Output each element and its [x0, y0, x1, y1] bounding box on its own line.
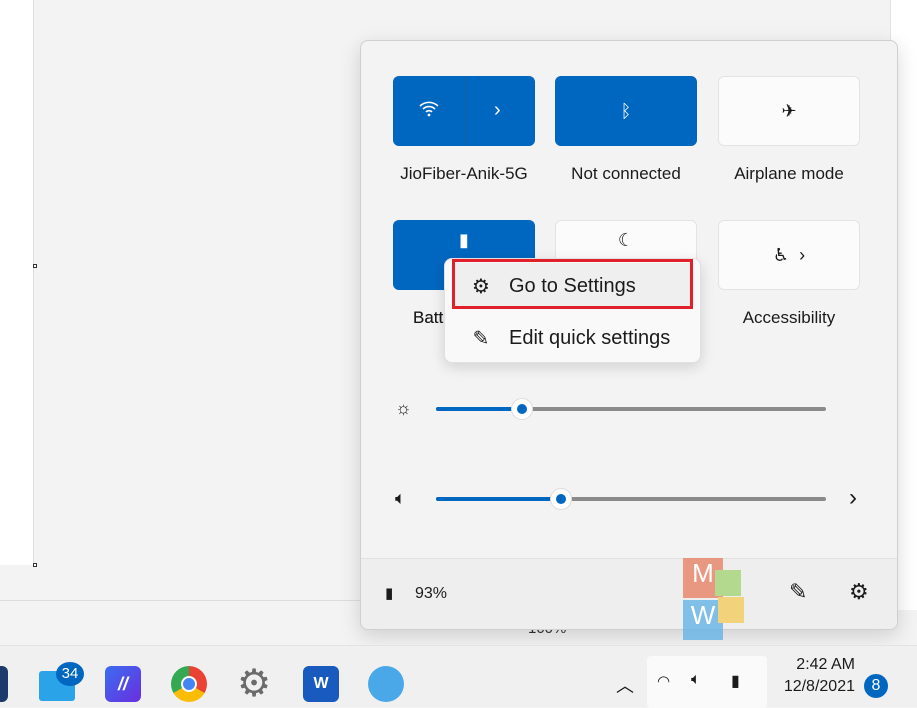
wifi-icon: [418, 99, 440, 122]
chevron-right-icon[interactable]: ›: [494, 99, 501, 122]
volume-slider[interactable]: [436, 488, 826, 510]
accessibility-tile[interactable]: ♿ ›: [718, 220, 860, 290]
brightness-icon: ☼: [395, 398, 412, 418]
speaker-icon: 🔈︎: [691, 671, 701, 688]
resize-handle[interactable]: [33, 264, 37, 268]
speaker-icon: 🔈︎: [395, 488, 406, 508]
taskbar: 34 // ⚙ W ︿ ◠ 🔈︎ ▮ 2:42 AM 12/8/2021 8: [0, 645, 917, 708]
tile-label: Accessibility: [742, 308, 836, 327]
resize-handle[interactable]: [33, 563, 37, 567]
wifi-icon: ◠: [657, 673, 671, 690]
brightness-slider[interactable]: [436, 398, 826, 420]
slider-thumb[interactable]: [510, 398, 533, 420]
word-app[interactable]: W: [303, 666, 339, 702]
clock[interactable]: 2:42 AM 12/8/2021: [775, 654, 855, 698]
pencil-icon[interactable]: ✎: [789, 579, 807, 605]
chevron-right-icon[interactable]: ›: [799, 245, 805, 266]
battery-icon: ▮: [385, 585, 394, 602]
airplane-icon: ✈: [781, 100, 797, 121]
menu-item-label: Edit quick settings: [509, 326, 671, 349]
date: 12/8/2021: [783, 678, 855, 695]
tile-label: JioFiber-Anik-5G: [400, 164, 528, 183]
tile-divider: [464, 77, 465, 145]
pencil-icon: ✎: [472, 327, 490, 350]
chrome-app[interactable]: [171, 666, 207, 702]
accessibility-icon: ♿: [772, 244, 790, 265]
tile-label: Not connected: [571, 164, 681, 183]
maker-app[interactable]: //: [105, 666, 141, 702]
tile-label: Airplane mode: [734, 164, 844, 183]
menu-item-edit-quick-settings[interactable]: ✎ Edit quick settings: [453, 315, 694, 361]
notification-badge[interactable]: 8: [864, 674, 888, 698]
settings-app[interactable]: ⚙: [236, 665, 272, 703]
time: 2:42 AM: [796, 656, 855, 673]
quick-settings-footer: ▮ 93% ✎ ⚙: [361, 558, 897, 629]
battery-icon: ▮: [731, 673, 740, 690]
night-light-icon: ☾: [617, 229, 635, 250]
taskbar-app[interactable]: [0, 666, 8, 702]
battery-saver-icon: ▮: [459, 229, 469, 250]
battery-percent[interactable]: 93%: [415, 585, 447, 603]
bluetooth-icon: ᛒ: [620, 100, 632, 121]
slider-thumb[interactable]: [549, 488, 572, 510]
wifi-tile[interactable]: ›: [393, 76, 535, 146]
chevron-up-icon[interactable]: ︿: [616, 672, 634, 698]
system-tray[interactable]: ◠ 🔈︎ ▮: [647, 656, 767, 708]
gear-icon[interactable]: ⚙: [849, 579, 869, 605]
bluetooth-tile[interactable]: ᛒ: [555, 76, 697, 146]
mail-badge: 34: [56, 662, 84, 686]
background-window: [0, 0, 34, 565]
airplane-mode-tile[interactable]: ✈: [718, 76, 860, 146]
paint-app[interactable]: [368, 666, 404, 702]
chevron-right-icon[interactable]: ›: [849, 484, 857, 512]
highlight-box: [452, 259, 693, 309]
